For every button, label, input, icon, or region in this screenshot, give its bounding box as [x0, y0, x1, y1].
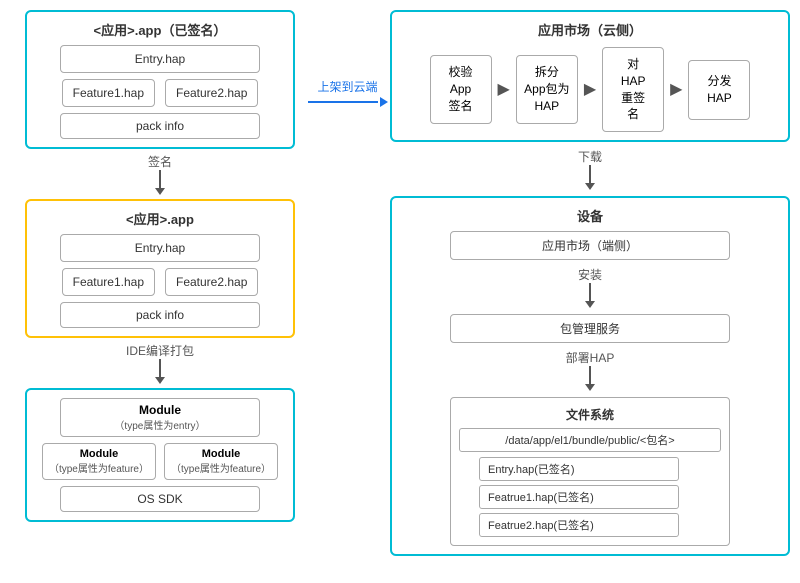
install-arrow: 安装 — [578, 266, 602, 308]
h-arrow-head — [380, 97, 388, 107]
module-feature2-sub: （type属性为feature） — [171, 460, 271, 475]
left-panel: <应用>.app（已签名） Entry.hap Feature1.hap Fea… — [10, 10, 310, 522]
download-arrow-line — [589, 165, 591, 183]
ide-arrow-line — [159, 359, 161, 377]
download-arrow: 下载 — [390, 148, 790, 190]
feature-hap-row-signed: Feature1.hap Feature2.hap — [62, 79, 259, 107]
ide-label: IDE编译打包 — [126, 342, 194, 359]
fs-title: 文件系统 — [459, 406, 721, 423]
fs-file-1: Featrue1.hap(已签名) — [479, 485, 679, 509]
module-feature1-title: Module — [49, 448, 149, 460]
fs-path: /data/app/el1/bundle/public/<包名> — [459, 428, 721, 452]
install-arrow-line — [589, 283, 591, 301]
module-feature1: Module （type属性为feature） — [42, 443, 156, 480]
fs-file-2: Featrue2.hap(已签名) — [479, 513, 679, 537]
upload-label: 上架到云端 — [317, 78, 377, 95]
feature2-hap-unsigned: Feature2.hap — [165, 268, 258, 296]
entry-hap-unsigned: Entry.hap — [60, 234, 260, 262]
fs-file-0: Entry.hap(已签名) — [479, 457, 679, 481]
cloud-step-3: 对 HAP 重签 名 — [602, 47, 664, 132]
device-box: 设备 应用市场（端侧） 安装 包管理服务 部署HAP 文件系统 /data/ap… — [390, 196, 790, 556]
feature-hap-row-unsigned: Feature1.hap Feature2.hap — [62, 268, 259, 296]
diagram-container: <应用>.app（已签名） Entry.hap Feature1.hap Fea… — [0, 0, 800, 583]
pack-info-unsigned: pack info — [60, 302, 260, 328]
cloud-box: 应用市场（云侧） 校验 App 签名 ▶ 拆分 App包为 HAP ▶ 对 HA… — [390, 10, 790, 142]
feature1-hap-signed: Feature1.hap — [62, 79, 155, 107]
module-entry-sub: （type属性为entry） — [71, 417, 249, 432]
upload-arrow: 上架到云端 — [300, 78, 395, 107]
filesystem-box: 文件系统 /data/app/el1/bundle/public/<包名> En… — [450, 397, 730, 546]
cloud-step-1: 校验 App 签名 — [430, 55, 492, 123]
install-label: 安装 — [578, 266, 602, 283]
module-feature2-title: Module — [171, 448, 271, 460]
signed-app-title: <应用>.app（已签名） — [94, 20, 227, 39]
pack-info-signed: pack info — [60, 113, 260, 139]
step-arrow-3: ▶ — [670, 82, 682, 98]
download-label: 下载 — [578, 148, 602, 165]
upload-arrow-line — [308, 97, 388, 107]
deploy-arrow: 部署HAP — [566, 349, 615, 391]
module-feature2: Module （type属性为feature） — [164, 443, 278, 480]
right-panel: 应用市场（云侧） 校验 App 签名 ▶ 拆分 App包为 HAP ▶ 对 HA… — [390, 10, 790, 556]
feature1-hap-unsigned: Feature1.hap — [62, 268, 155, 296]
deploy-arrow-head — [585, 384, 595, 391]
fs-files: Entry.hap(已签名) Featrue1.hap(已签名) Featrue… — [459, 457, 721, 537]
module-feature-row: Module （type属性为feature） Module （type属性为f… — [42, 443, 278, 480]
deploy-label: 部署HAP — [566, 349, 615, 366]
module-feature1-sub: （type属性为feature） — [49, 460, 149, 475]
download-arrow-head — [585, 183, 595, 190]
module-entry-title: Module — [71, 403, 249, 417]
cloud-step-4: 分发 HAP — [688, 60, 750, 120]
ide-arrow-head — [155, 377, 165, 384]
os-sdk: OS SDK — [60, 486, 260, 512]
signed-app-box: <应用>.app（已签名） Entry.hap Feature1.hap Fea… — [25, 10, 295, 149]
pkg-service: 包管理服务 — [450, 314, 730, 343]
h-line — [308, 101, 378, 103]
feature2-hap-signed: Feature2.hap — [165, 79, 258, 107]
install-arrow-head — [585, 301, 595, 308]
sign-label: 签名 — [148, 153, 172, 170]
cloud-step-2: 拆分 App包为 HAP — [516, 55, 578, 123]
device-title: 设备 — [577, 206, 603, 225]
sign-arrow-line — [159, 170, 161, 188]
sign-arrow-head — [155, 188, 165, 195]
step-arrow-1: ▶ — [498, 82, 510, 98]
step-arrow-2: ▶ — [584, 82, 596, 98]
deploy-arrow-line — [589, 366, 591, 384]
cloud-steps: 校验 App 签名 ▶ 拆分 App包为 HAP ▶ 对 HAP 重签 名 ▶ … — [430, 47, 751, 132]
module-entry: Module （type属性为entry） — [60, 398, 260, 437]
unsigned-app-title: <应用>.app — [126, 209, 194, 228]
sign-arrow: 签名 — [148, 153, 172, 195]
unsigned-app-box: <应用>.app Entry.hap Feature1.hap Feature2… — [25, 199, 295, 338]
app-market-device: 应用市场（端侧） — [450, 231, 730, 260]
module-source-box: Module （type属性为entry） Module （type属性为fea… — [25, 388, 295, 522]
entry-hap-signed: Entry.hap — [60, 45, 260, 73]
cloud-title: 应用市场（云侧） — [538, 20, 642, 39]
ide-arrow: IDE编译打包 — [126, 342, 194, 384]
